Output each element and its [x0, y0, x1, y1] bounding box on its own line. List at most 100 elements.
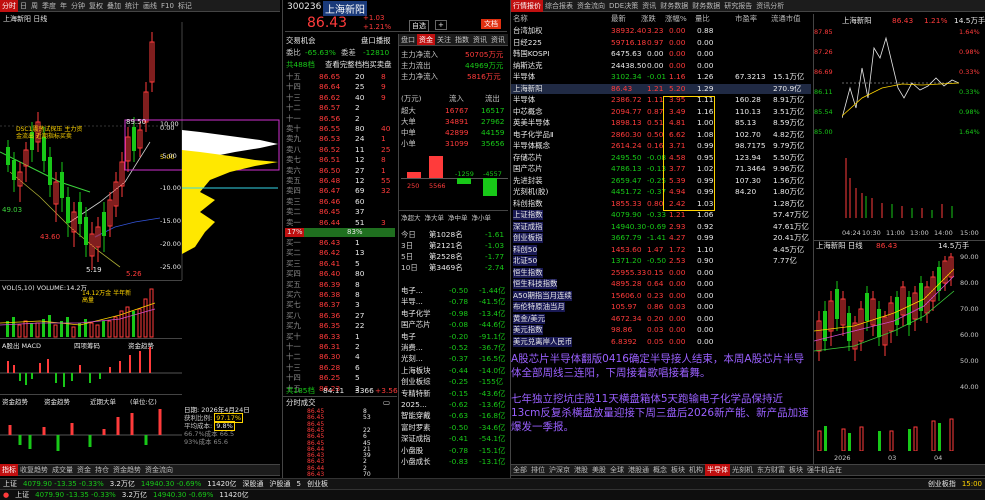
tool-button[interactable]: 统计	[123, 0, 141, 12]
tab-market[interactable]: 资讯分析	[754, 0, 786, 12]
quote-row[interactable]: 半导体 3102.34 -0.01 1.16 1.26 67.3213 15.1万亿	[511, 72, 811, 82]
full-book-link[interactable]: 查看完整档档买卖盘	[325, 60, 392, 70]
tab-fund[interactable]: 指数	[453, 34, 471, 45]
quote-row[interactable]: 日经225 59716.18 0.97 0.00 0.00	[511, 38, 811, 48]
tab-board[interactable]: 全部	[511, 464, 529, 476]
quote-row[interactable]: 光刻机(胶) 4451.72 -0.37 4.94 0.99 84.20 1.80万亿	[511, 187, 811, 197]
tab-market[interactable]: 财务数据	[658, 0, 690, 12]
status-label[interactable]: 深股通	[240, 479, 267, 489]
board-row[interactable]: 光刻... -0.37 -16.5亿	[399, 354, 508, 364]
quote-row[interactable]: 恒生指数 25955.33 0.15 0.00 0.00	[511, 267, 811, 278]
tab-indicator[interactable]: 指标	[0, 464, 18, 476]
quote-row[interactable]: 深证成指 14940.30 -0.69 2.93 0.92 47.61万亿	[511, 221, 811, 232]
board-row[interactable]: 半导... -0.78 -41.5亿	[399, 297, 508, 307]
quote-row[interactable]: 黄金/美元 4672.34 0.20 0.00 0.00	[511, 313, 811, 324]
col-header[interactable]: 涨跌	[641, 14, 656, 24]
board-row[interactable]: 2025... -0.62 -13.6亿	[399, 400, 508, 410]
tool-button[interactable]: 画线	[141, 0, 159, 12]
tab-market[interactable]: 综合报表	[543, 0, 575, 12]
buy-level-row[interactable]: 买三 86.41 5	[283, 259, 397, 269]
quote-row[interactable]: 纳斯达克 24438.50 0.00 0.00 0.00	[511, 61, 811, 71]
news-item[interactable]: 七年独立挖坑庄股11天横盘箱体5天跑输电子化学品保持近13cm反复杀横盘放量迎接…	[511, 392, 811, 434]
col-header[interactable]: 市盈率	[735, 14, 757, 24]
board-row[interactable]: 电子... -0.50 -1.44亿	[399, 286, 508, 296]
tab-indicator[interactable]: 持仓	[93, 464, 111, 476]
quote-row[interactable]: 中芯概念 2094.77 0.87 3.49 1.16 110.13 3.51万亿	[511, 107, 811, 117]
board-row[interactable]: 智能穿戴 -0.63 -16.8亿	[399, 411, 508, 421]
tool-button[interactable]: 复权	[87, 0, 105, 12]
sell-level-row[interactable]: 十四 86.64 25 9	[283, 82, 397, 92]
board-row[interactable]: 上海板块 -0.44 -14.0亿	[399, 366, 508, 376]
col-header[interactable]: 量比	[695, 14, 710, 24]
tab-board[interactable]: 光刻机	[730, 464, 755, 476]
tool-button[interactable]: 标记	[176, 0, 194, 12]
tab-board[interactable]: 东方财富	[755, 464, 787, 476]
board-row[interactable]: 专精特新 -0.15 -43.6亿	[399, 389, 508, 399]
quote-row[interactable]: 上证指数 4079.90 -0.33 1.21 1.06 57.47万亿	[511, 210, 811, 220]
board-row[interactable]: 小盘股 -0.78 -15.1亿	[399, 446, 508, 456]
buy-level-row[interactable]: 十二 86.30 4	[283, 352, 397, 362]
tool-button[interactable]: F10	[159, 0, 176, 12]
sell-level-row[interactable]: 卖六 86.50 27 1	[283, 166, 397, 176]
buy-level-row[interactable]: 买九 86.35 22	[283, 321, 397, 331]
buy-level-row[interactable]: 买一 86.43 1	[283, 238, 397, 248]
quote-row[interactable]: 韩国KOSPI 6475.63 0.00 0.00 0.00	[511, 49, 811, 59]
sell-level-row[interactable]: 十三 86.62 40 9	[283, 93, 397, 103]
tab-flow[interactable]: 净超大	[399, 211, 423, 223]
sell-level-row[interactable]: 十二 86.57 2	[283, 103, 397, 113]
buy-level-row[interactable]: 买六 86.38 8	[283, 290, 397, 300]
tab-market[interactable]: 资金流向	[575, 0, 607, 12]
quote-row[interactable]: 半导体 2386.72 1.11 3.95 1.11 160.28 8.91万亿	[511, 95, 811, 105]
tab-board[interactable]: 板块	[787, 464, 805, 476]
tab-indicator[interactable]: 资金趋势	[111, 464, 143, 476]
tab-indicator[interactable]: 资金	[75, 464, 93, 476]
tab-indicator[interactable]: 成交量	[50, 464, 75, 476]
tab-board[interactable]: 板块	[669, 464, 687, 476]
tab-market[interactable]: 资讯	[640, 0, 658, 12]
sell-level-row[interactable]: 卖九 86.53 24 1	[283, 134, 397, 144]
quote-row[interactable]: 科创50 1453.60 1.47 1.72 1.10 4.45万亿	[511, 244, 811, 255]
buy-level-row[interactable]: 买四 86.40 80	[283, 269, 397, 279]
board-row[interactable]: 电子 -0.20 -91.1亿	[399, 332, 508, 342]
status-right[interactable]: 创业板指	[925, 479, 959, 489]
tab-fund[interactable]: 资讯	[489, 34, 507, 45]
add-watch-button[interactable]: 自选	[409, 20, 429, 32]
buy-level-row[interactable]: 十三 86.28 6	[283, 363, 397, 373]
tab-board[interactable]: 港股	[572, 464, 590, 476]
quote-row[interactable]: 布伦特原油当月 105.97 0.86 0.03 0.00	[511, 302, 811, 312]
quote-row[interactable]: 电子化学品Ⅱ 2860.30 0.50 6.62 1.08 102.70 4.82万亿	[511, 130, 811, 140]
tab-board[interactable]: 全球	[608, 464, 626, 476]
buy-level-row[interactable]: 买二 86.42 13	[283, 248, 397, 258]
quote-row[interactable]: 北证50 1371.20 -0.50 2.53 0.90 7.77亿	[511, 256, 811, 266]
more-icon[interactable]: ▭	[383, 398, 390, 408]
status-label[interactable]: 创业板	[304, 479, 331, 489]
tab-flow[interactable]: 净中单	[446, 211, 470, 223]
tab-fund[interactable]: 资讯	[471, 34, 489, 45]
quote-row[interactable]: 存储芯片 2495.50 -0.08 4.58 0.95 123.94 5.50万亿	[511, 153, 811, 163]
tab-period[interactable]: 分钟	[69, 0, 87, 12]
sell-level-row[interactable]: 十一 86.56 2	[283, 114, 397, 124]
board-row[interactable]: 国产芯片 -0.08 -44.6亿	[399, 320, 508, 330]
tab-board[interactable]: 概念	[651, 464, 669, 476]
tab-flow[interactable]: 净小单	[470, 211, 494, 223]
tab-fund[interactable]: 盘口	[399, 34, 417, 45]
quote-row[interactable]: 先进封装 2659.47 -0.25 5.39 0.99 107.30 1.56万亿	[511, 176, 811, 186]
tab-period[interactable]: 日	[18, 0, 29, 12]
tab-market[interactable]: DDE决策	[607, 0, 640, 12]
quote-row[interactable]: 半导体概念 2614.24 0.16 3.71 0.99 98.7175 9.79万亿	[511, 141, 811, 151]
sell-level-row[interactable]: 卖四 86.47 69 32	[283, 186, 397, 196]
quote-row[interactable]: 英美半导体 1898.13 0.51 4.81 1.00 85.13 8.59万亿	[511, 118, 811, 128]
tab-broadcast[interactable]: 盘口播报	[361, 36, 391, 46]
tab-period[interactable]: 分时	[0, 0, 18, 12]
board-row[interactable]: 小盘成长 -0.83 -13.1亿	[399, 457, 508, 467]
col-header[interactable]: 最新	[611, 14, 626, 24]
tab-board[interactable]: 沪深京	[547, 464, 572, 476]
buy-level-row[interactable]: 买七 86.37 3	[283, 300, 397, 310]
tool-button[interactable]: 叠加	[105, 0, 123, 12]
quote-row[interactable]: 国产芯片 4786.13 -0.13 3.77 1.02 71.3464 9.96万亿	[511, 164, 811, 174]
quote-row[interactable]: 恒生科技指数 4895.28 0.64 0.00 0.00	[511, 279, 811, 289]
buy-level-row[interactable]: 十一 86.31 2	[283, 342, 397, 352]
quote-row[interactable]: 美元兑离岸人民币 6.8392 0.05 0.00 0.00	[511, 336, 811, 347]
status-label[interactable]: 沪股通	[267, 479, 294, 489]
tab-board[interactable]: 美股	[590, 464, 608, 476]
